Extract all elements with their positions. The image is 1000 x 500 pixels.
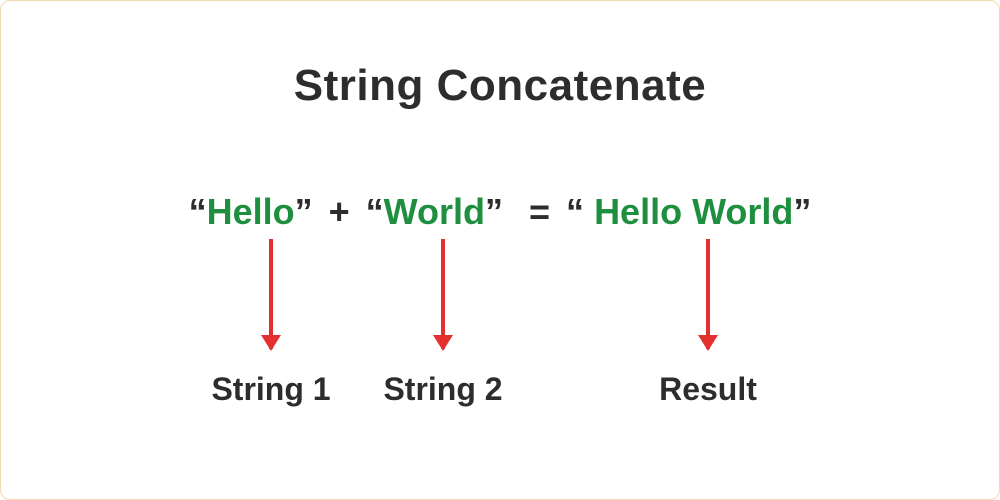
diagram-stage: String Concatenate “Hello” + “World” = “… [0,0,1000,500]
arrow-string-2 [441,239,445,349]
label-result: Result [659,371,757,408]
quote-close-1: ” [295,191,313,232]
quote-open-1: “ [189,191,207,232]
string-2-value: World [384,191,485,232]
string-1-value: Hello [207,191,295,232]
arrow-result [706,239,710,349]
equals-operator: = [523,191,556,232]
result-leading-space [584,191,594,232]
result-value: Hello World [594,191,793,232]
quote-open-3: “ [566,191,584,232]
quote-open-2: “ [366,191,384,232]
quote-close-2: ” [485,191,503,232]
label-string-2: String 2 [383,371,502,408]
plus-operator: + [323,191,356,232]
concatenation-expression: “Hello” + “World” = “ Hello World” [1,191,999,233]
quote-close-3: ” [793,191,811,232]
diagram-title: String Concatenate [1,61,999,111]
label-string-1: String 1 [211,371,330,408]
labels-row: String 1 String 2 Result [1,371,999,411]
arrow-string-1 [269,239,273,349]
